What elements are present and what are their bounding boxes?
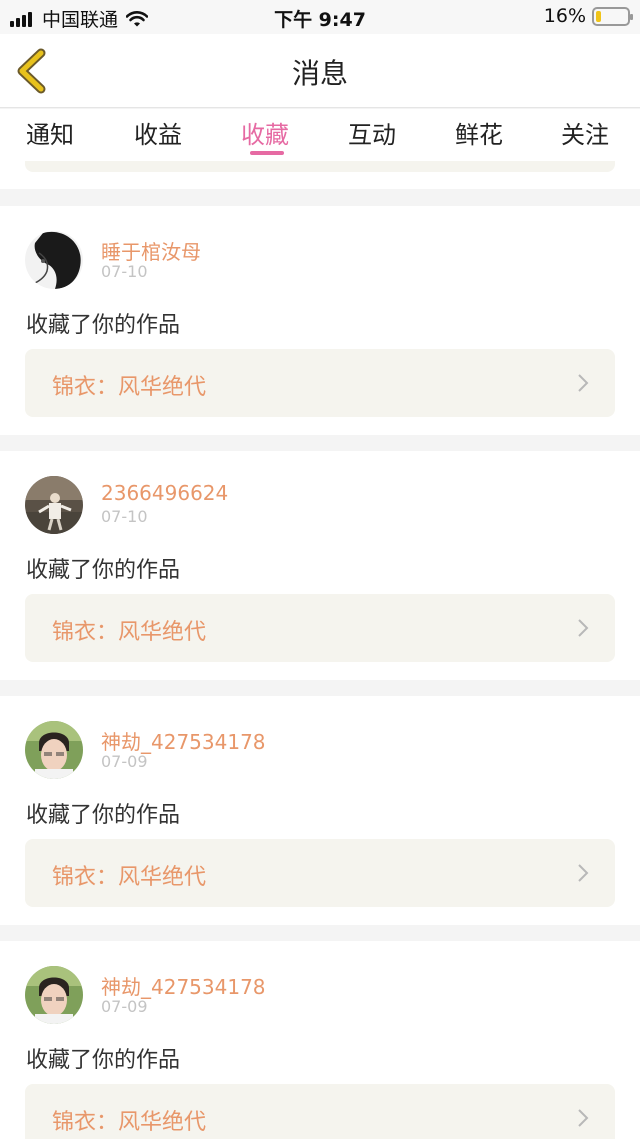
page-title: 消息	[291, 57, 348, 90]
tab-follow[interactable]: 关注	[561, 115, 609, 150]
tab-earnings[interactable]: 收益	[134, 115, 182, 150]
work-link[interactable]: 锦衣：风华绝代	[25, 839, 615, 907]
status-bar: 中国联通 下午 9:47 16%	[0, 0, 640, 34]
username[interactable]: 神劫_427534178	[101, 971, 266, 1000]
battery-percent: 16%	[543, 5, 586, 27]
message-date: 07-09	[101, 997, 148, 1016]
messages-page: 中国联通 下午 9:47 16% 消息 通知 收益 收藏 互动 鲜花 关注 睡于…	[0, 0, 640, 1139]
work-link[interactable]: 锦衣：风华绝代	[25, 349, 615, 417]
avatar[interactable]	[25, 966, 83, 1024]
message-date: 07-10	[101, 262, 148, 281]
chevron-right-icon	[578, 864, 589, 882]
chevron-right-icon	[578, 619, 589, 637]
list-item[interactable]: 睡于棺汝母 07-10 收藏了你的作品 锦衣：风华绝代	[0, 206, 640, 435]
message-action: 收藏了你的作品	[26, 558, 181, 583]
chevron-right-icon	[578, 374, 589, 392]
work-title: 锦衣：风华绝代	[52, 865, 207, 890]
message-action: 收藏了你的作品	[26, 313, 181, 338]
message-date: 07-09	[101, 752, 148, 771]
tab-flowers[interactable]: 鲜花	[455, 115, 503, 150]
message-action: 收藏了你的作品	[26, 1048, 181, 1073]
list-item-partial	[0, 161, 640, 189]
message-date: 07-10	[101, 507, 148, 526]
work-title: 锦衣：风华绝代	[52, 1110, 207, 1135]
list-item[interactable]: 神劫_427534178 07-09 收藏了你的作品 锦衣：风华绝代	[0, 696, 640, 925]
avatar[interactable]	[25, 231, 83, 289]
username[interactable]: 2366496624	[101, 481, 228, 505]
list-item[interactable]: 2366496624 07-10 收藏了你的作品 锦衣：风华绝代	[0, 451, 640, 680]
message-action: 收藏了你的作品	[26, 803, 181, 828]
chevron-right-icon	[578, 1109, 589, 1127]
username[interactable]: 神劫_427534178	[101, 726, 266, 755]
work-title: 锦衣：风华绝代	[52, 620, 207, 645]
work-link[interactable]: 锦衣：风华绝代	[25, 1084, 615, 1139]
tab-notice[interactable]: 通知	[26, 115, 74, 150]
tab-favorites[interactable]: 收藏	[241, 115, 289, 150]
tab-bar: 通知 收益 收藏 互动 鲜花 关注	[0, 109, 640, 161]
nav-header: 消息	[0, 34, 640, 108]
active-tab-indicator	[250, 151, 284, 155]
tab-interaction[interactable]: 互动	[348, 115, 396, 150]
work-link[interactable]: 锦衣：风华绝代	[25, 594, 615, 662]
battery-icon	[592, 6, 633, 26]
avatar[interactable]	[25, 721, 83, 779]
list-item[interactable]: 神劫_427534178 07-09 收藏了你的作品 锦衣：风华绝代	[0, 941, 640, 1139]
username[interactable]: 睡于棺汝母	[101, 236, 201, 265]
avatar[interactable]	[25, 476, 83, 534]
work-title: 锦衣：风华绝代	[52, 375, 207, 400]
